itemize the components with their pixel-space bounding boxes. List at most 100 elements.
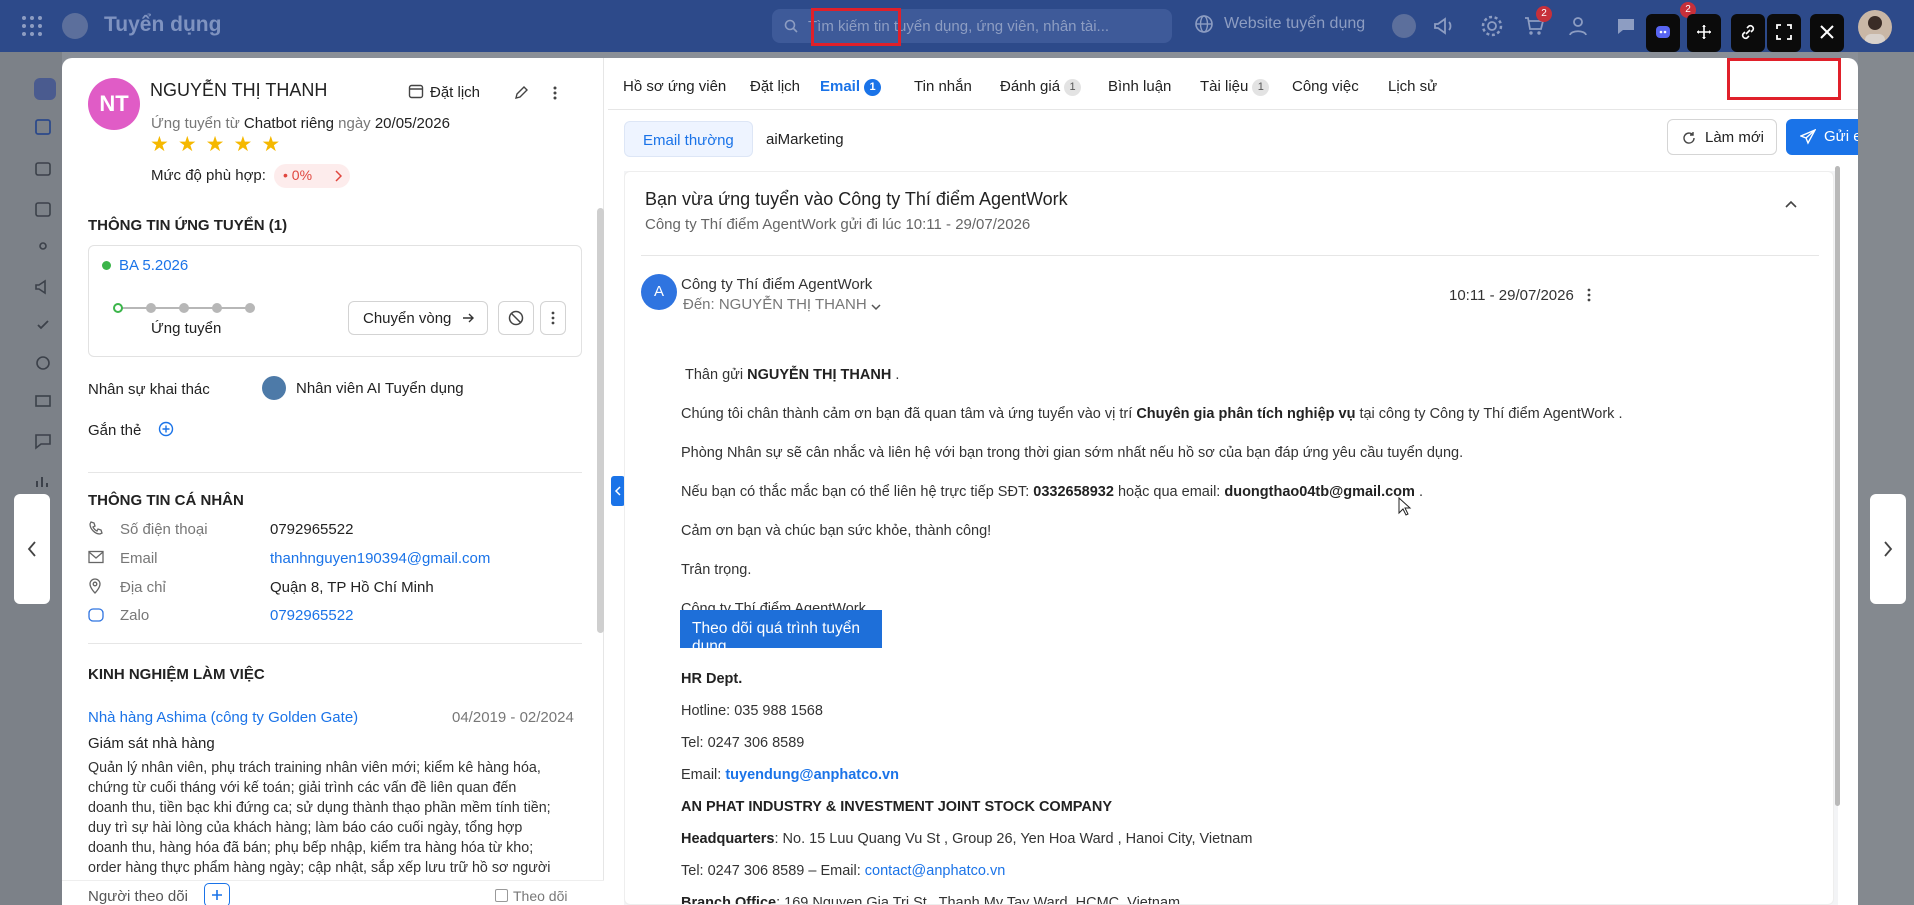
tab-regular-email[interactable]: Email thường [624, 121, 753, 157]
tab-documents[interactable]: Tài liệu 1 [1200, 78, 1270, 96]
globe-icon [1195, 15, 1213, 33]
track-recruitment-button[interactable]: Theo dõi quá trình tuyển dụng [680, 610, 882, 655]
edit-icon[interactable] [513, 85, 529, 101]
sig-branch-address: : 169 Nguyen Gia Tri St., Thanh My Tay W… [776, 895, 1181, 905]
step-dot [179, 303, 189, 313]
plus-icon [212, 890, 222, 900]
tab-ai-marketing[interactable]: aiMarketing [748, 121, 862, 157]
greeting-name: NGUYỄN THỊ THANH [747, 367, 892, 383]
divider [641, 255, 1819, 256]
current-stage-label: Ứng tuyển [151, 320, 222, 337]
user-avatar-icon[interactable] [1392, 14, 1416, 38]
star-icon[interactable]: ★ [233, 132, 252, 157]
star-icon[interactable]: ★ [178, 132, 197, 157]
chevron-up-icon[interactable] [1785, 200, 1797, 208]
tab-label: Email [820, 78, 861, 95]
card-more-button[interactable] [540, 301, 566, 335]
match-score-badge[interactable]: • 0% [274, 164, 350, 188]
tab-schedule[interactable]: Đặt lịch [750, 78, 800, 95]
recruiter-name[interactable]: Nhân viên AI Tuyển dụng [296, 380, 464, 397]
cart-badge: 2 [1536, 6, 1552, 22]
tab-profile[interactable]: Hồ sơ ứng viên [623, 78, 726, 95]
job-link[interactable]: BA 5.2026 [119, 257, 188, 274]
reject-button[interactable] [498, 301, 534, 335]
zalo-value-link[interactable]: 0792965522 [270, 607, 353, 624]
nav-chat-icon[interactable] [34, 432, 52, 450]
tab-label: Đặt lịch [750, 78, 801, 95]
tab-email[interactable]: Email 1 [820, 78, 882, 96]
more-vertical-icon[interactable] [1587, 288, 1591, 302]
tab-count-badge: 1 [1064, 79, 1082, 96]
nav-calendar-icon[interactable] [34, 200, 52, 218]
tab-comments[interactable]: Bình luận [1108, 78, 1171, 95]
nav-task-icon[interactable] [34, 316, 52, 334]
link-button[interactable] [1731, 14, 1765, 52]
nav-users-icon[interactable] [34, 240, 52, 258]
experience-dates: 04/2019 - 02/2024 [452, 709, 574, 726]
gear-icon[interactable] [1480, 14, 1504, 38]
move-stage-button[interactable]: Chuyển vòng [348, 301, 488, 335]
application-card: BA 5.2026 Ứng tuyển Chuyển vòng [88, 245, 582, 357]
fullscreen-button[interactable] [1767, 14, 1801, 52]
follow-checkbox[interactable]: Theo dõi [495, 888, 567, 904]
signature-dept: HR Dept. [681, 671, 742, 687]
website-link[interactable]: Website tuyển dụng [1194, 15, 1365, 33]
app-grid-icon[interactable] [20, 14, 44, 38]
email-sent-meta: Công ty Thí điểm AgentWork gửi đi lúc 10… [645, 216, 1031, 233]
left-scrollbar[interactable] [597, 208, 604, 633]
star-icon[interactable]: ★ [150, 132, 169, 157]
next-candidate-button[interactable] [1870, 494, 1906, 604]
refresh-button[interactable]: Làm mới [1667, 119, 1777, 155]
sig-dept-text: HR Dept. [681, 671, 743, 687]
email-scrollbar[interactable] [1835, 166, 1840, 806]
star-icon[interactable]: ★ [261, 132, 280, 157]
close-button[interactable] [1810, 14, 1844, 52]
tab-messages[interactable]: Tin nhắn [914, 78, 972, 95]
megaphone-icon[interactable] [1432, 14, 1456, 38]
email-value-link[interactable]: thanhnguyen190394@gmail.com [270, 550, 490, 567]
step-dot [245, 303, 255, 313]
star-icon[interactable]: ★ [206, 132, 225, 157]
user-icon[interactable] [1566, 14, 1590, 38]
more-vertical-icon[interactable] [552, 85, 558, 101]
paragraph-4: Cảm ơn bạn và chúc bạn sức khỏe, thành c… [681, 523, 992, 539]
recipient-toggle[interactable]: Đến: NGUYỄN THỊ THANH [683, 296, 881, 313]
nav-candidates-icon[interactable] [34, 118, 52, 136]
nav-target-icon[interactable] [34, 354, 52, 372]
discord-button[interactable] [1646, 14, 1680, 52]
experience-company[interactable]: Nhà hàng Ashima (công ty Golden Gate) [88, 709, 358, 726]
sig-email-link[interactable]: tuyendung@anphatco.vn [725, 767, 899, 783]
nav-report-icon[interactable] [34, 472, 52, 490]
tab-history[interactable]: Lịch sử [1388, 78, 1437, 95]
add-follower-button[interactable] [204, 883, 230, 905]
experience-desc-line: doanh thu, tiền bạc khi đứng ca; sử dụng… [88, 800, 551, 816]
add-tag-icon[interactable] [158, 421, 174, 437]
nav-campaign-icon[interactable] [34, 278, 52, 296]
rating-stars[interactable]: ★ ★ ★ ★ ★ [150, 132, 289, 157]
send-email-button[interactable]: Gửi email [1786, 119, 1858, 155]
email-time: 10:11 - 29/07/2026 [1449, 287, 1574, 304]
detail-tabs: Hồ sơ ứng viên Đặt lịch Email 1 Tin nhắn … [608, 58, 1858, 110]
match-label: Mức độ phù hợp: [151, 167, 266, 184]
tab-tasks[interactable]: Công việc [1292, 78, 1359, 95]
move-button[interactable] [1687, 14, 1721, 52]
chat-icon[interactable] [1614, 14, 1638, 38]
greeting-line: Thân gửi NGUYỄN THỊ THANH . [685, 367, 899, 383]
collapse-panel-button[interactable] [611, 476, 625, 506]
nav-mail-icon[interactable] [34, 392, 52, 410]
signature-hotline: Hotline: 035 988 1568 [681, 703, 823, 719]
experience-desc-line: doanh thu, hàng hóa đã bán; phụ bếp nhập… [88, 840, 534, 856]
divider [88, 643, 582, 644]
checkbox-box[interactable] [495, 889, 508, 902]
signature-company: AN PHAT INDUSTRY & INVESTMENT JOINT STOC… [681, 799, 1112, 815]
tab-reviews[interactable]: Đánh giá 1 [1000, 78, 1082, 96]
address-value: Quận 8, TP Hồ Chí Minh [270, 579, 434, 596]
nav-profile-icon[interactable] [34, 160, 52, 178]
experience-desc-line: chứng từ cuối tháng với kế toán; giải tr… [88, 780, 517, 796]
signature-branch: Branch Office: 169 Nguyen Gia Tri St., T… [681, 895, 1181, 905]
chevron-right-icon [335, 170, 342, 182]
account-avatar[interactable] [1858, 10, 1892, 44]
prev-candidate-button[interactable] [14, 494, 50, 604]
book-schedule-button[interactable]: Đặt lịch [408, 84, 480, 101]
sig-contact-link[interactable]: contact@anphatco.vn [865, 863, 1005, 879]
